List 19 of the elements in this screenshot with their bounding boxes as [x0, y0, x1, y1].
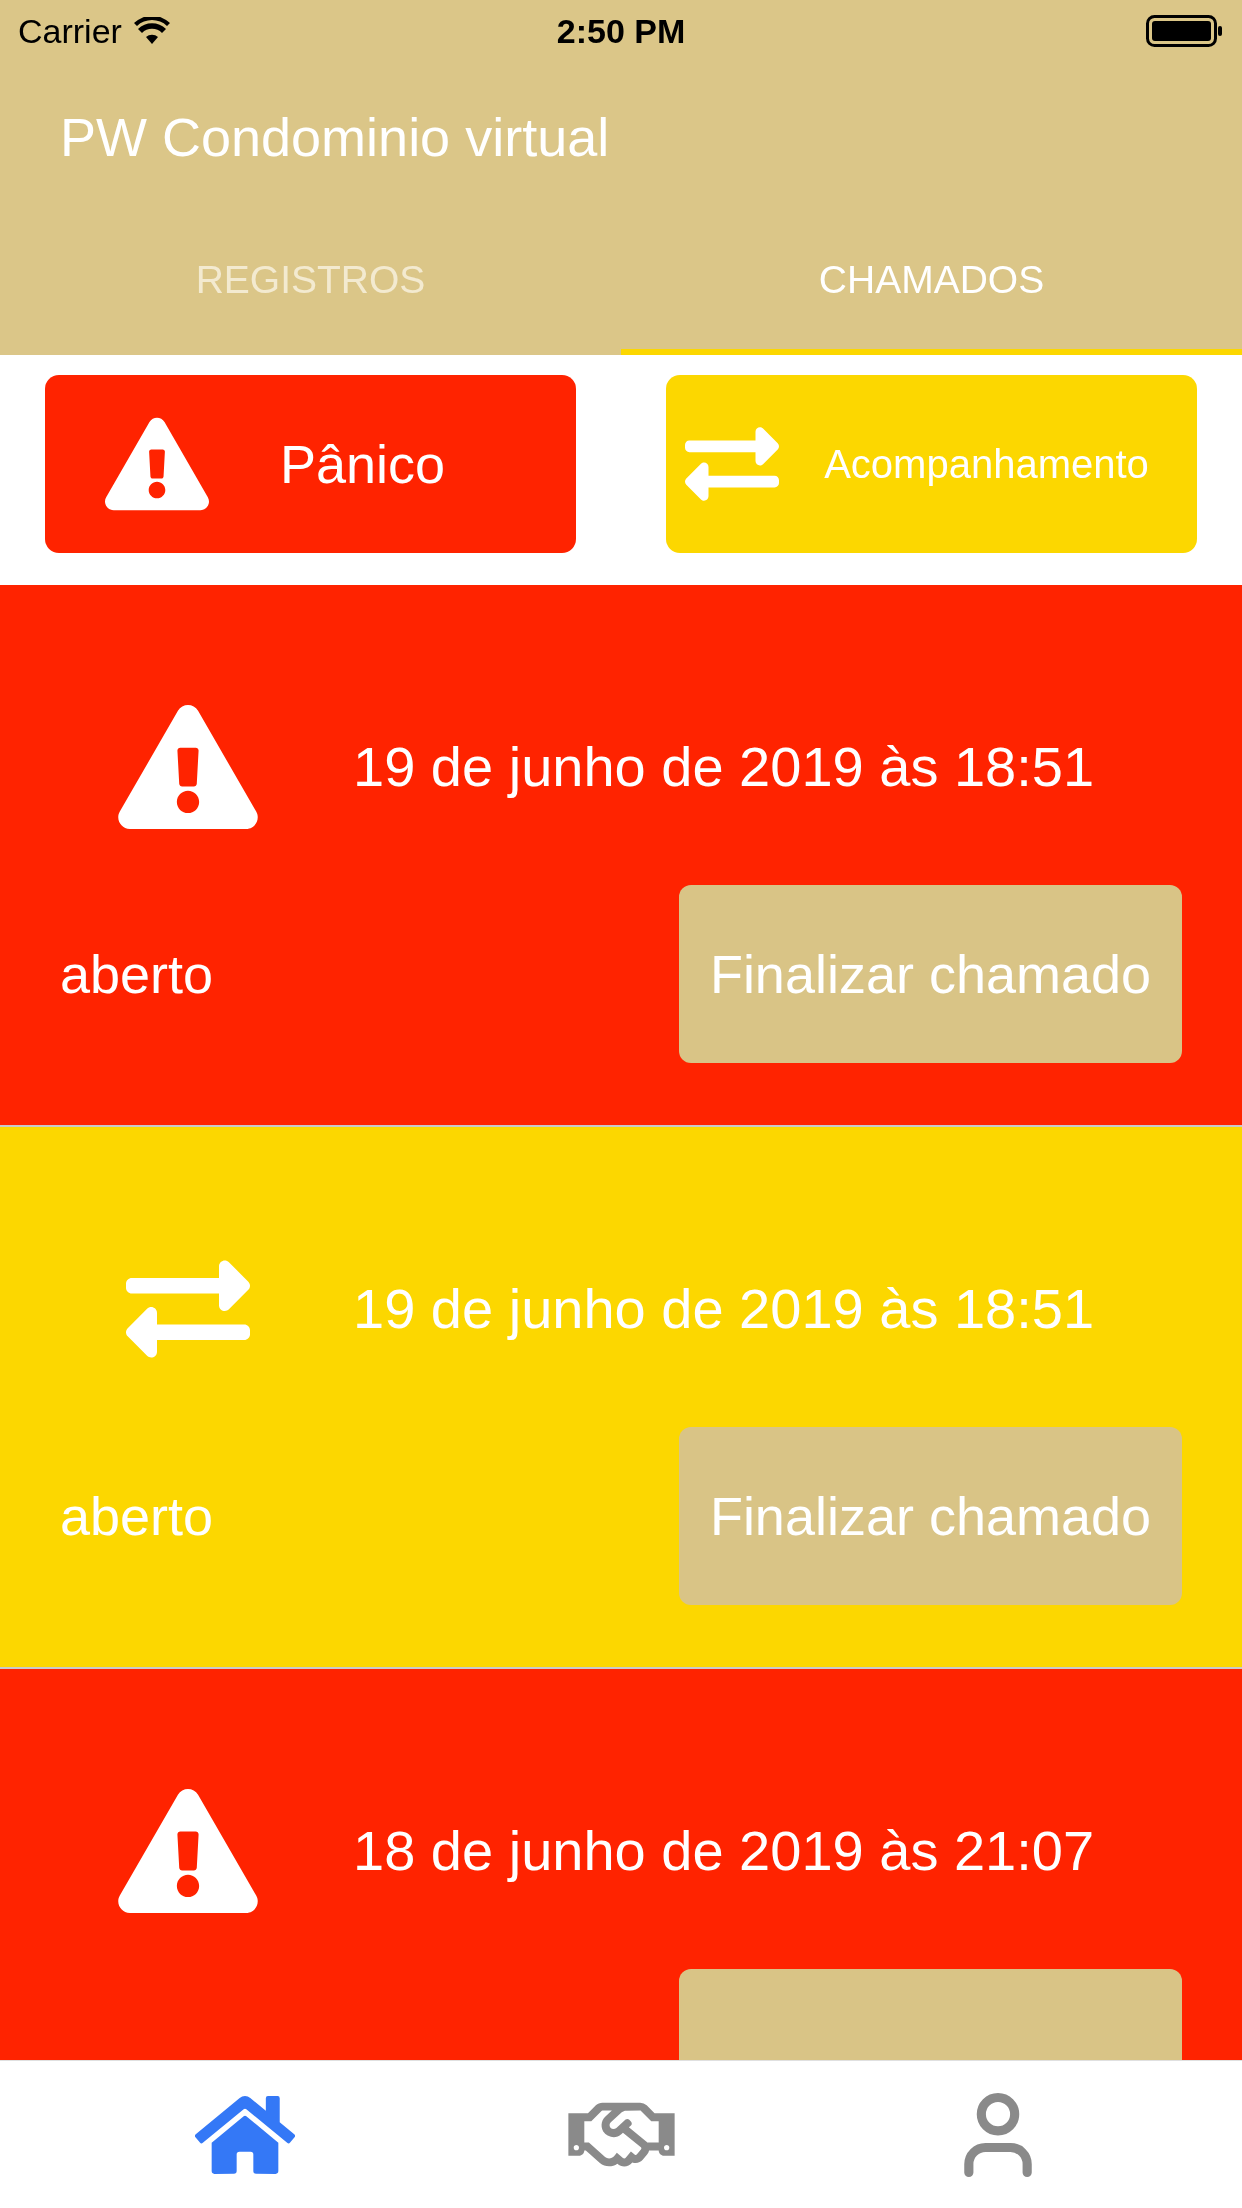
- call-status: aberto: [60, 942, 214, 1006]
- call-status: aberto: [60, 1484, 214, 1548]
- panic-button[interactable]: Pânico: [45, 375, 576, 553]
- wifi-icon: [133, 17, 170, 45]
- tab[interactable]: REGISTROS: [0, 212, 621, 355]
- app-title: PW Condominio virtual: [60, 105, 610, 169]
- call-datetime: 18 de junho de 2019 às 21:07: [353, 1818, 1095, 1884]
- call-datetime: 19 de junho de 2019 às 18:51: [353, 1276, 1095, 1342]
- tracking-button[interactable]: Acompanhamento: [666, 375, 1197, 553]
- finish-call-button[interactable]: Finalizar chamado: [679, 885, 1182, 1063]
- warning-icon: [105, 417, 209, 511]
- battery-icon: [1146, 15, 1224, 47]
- carrier-label: Carrier: [18, 10, 122, 52]
- warning-icon: [118, 705, 258, 829]
- warning-icon: [118, 1789, 258, 1913]
- call-datetime: 19 de junho de 2019 às 18:51: [353, 734, 1095, 800]
- tab[interactable]: CHAMADOS: [621, 212, 1242, 355]
- finish-call-button[interactable]: Finalizar chamado: [679, 1427, 1182, 1605]
- clock-time: 2:50 PM: [556, 10, 686, 52]
